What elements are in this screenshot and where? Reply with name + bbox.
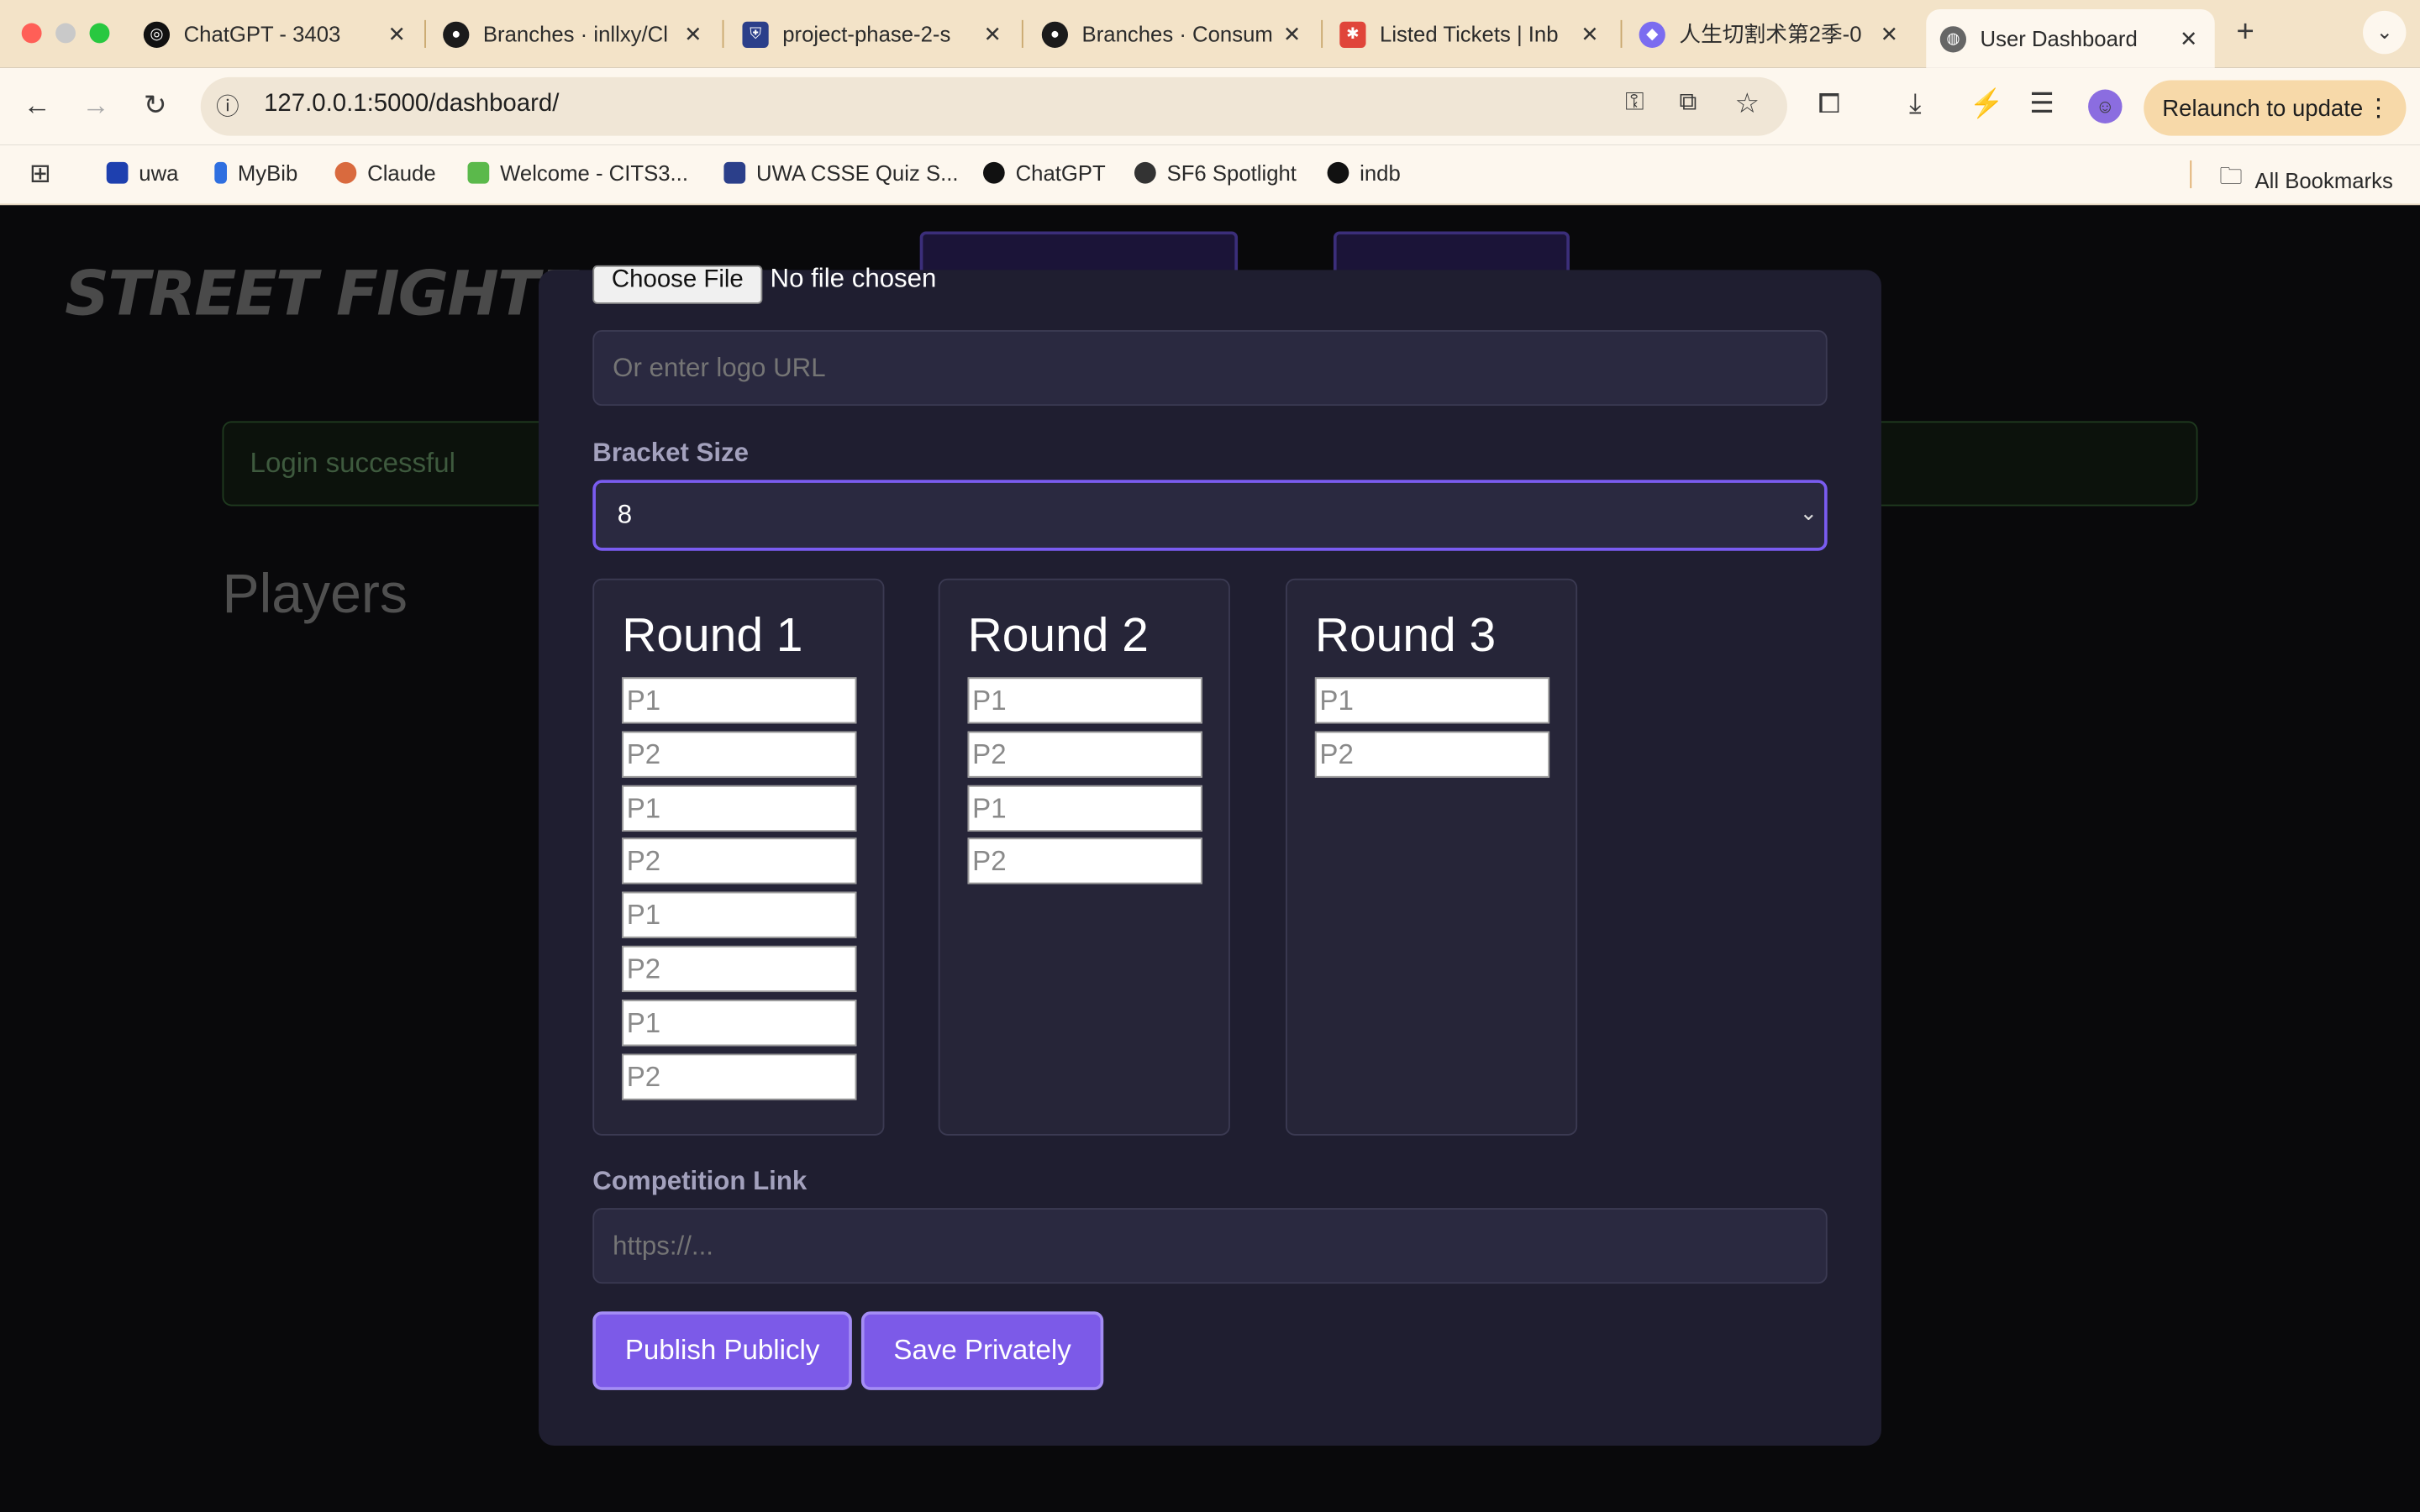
apps-grid-icon[interactable]: ⊞ — [29, 159, 51, 190]
close-tab-icon[interactable]: ✕ — [983, 21, 1002, 47]
close-tab-icon[interactable]: ✕ — [684, 21, 702, 47]
publish-publicly-button[interactable]: Publish Publicly — [592, 1311, 852, 1390]
uwa-icon — [106, 161, 129, 184]
close-tab-icon[interactable]: ✕ — [1581, 21, 1599, 47]
close-tab-icon[interactable]: ✕ — [2180, 25, 2198, 51]
round-2-player-slot[interactable]: P2 — [967, 838, 1202, 885]
bookmark-uwa-csse[interactable]: UWA CSSE Quiz S... — [723, 160, 959, 185]
bookmark-welcome[interactable]: Welcome - CITS3... — [467, 160, 688, 185]
bookmark-sf6[interactable]: SF6 Spotlight — [1134, 160, 1297, 185]
github-icon: ● — [1041, 20, 1069, 48]
bookmark-claude[interactable]: Claude — [334, 160, 436, 185]
tab-listed-tickets[interactable]: ✱ Listed Tickets | Inb ✕ — [1339, 9, 1599, 59]
bookmark-mybib[interactable]: MyBib — [214, 160, 297, 185]
new-tab-icon[interactable]: + — [2236, 15, 2254, 50]
url-text[interactable]: 127.0.0.1:5000/dashboard/ — [264, 91, 559, 118]
round-2-player-slot[interactable]: P1 — [967, 785, 1202, 832]
tab-search-icon[interactable]: ⌄ — [2363, 10, 2407, 55]
tab-project-phase[interactable]: ⛨ project-phase-2-s ✕ — [742, 9, 1002, 59]
round-1-player-slot[interactable]: P2 — [622, 1053, 857, 1100]
github-icon: ● — [443, 20, 470, 48]
close-window-button[interactable] — [21, 23, 42, 44]
minimize-window-button[interactable] — [55, 23, 76, 44]
file-status: No file chosen — [770, 264, 937, 293]
bookmark-indb[interactable]: indb — [1327, 160, 1401, 185]
round-title: Round 1 — [622, 607, 803, 662]
alert-message: Login successful — [250, 447, 455, 479]
tab-user-dashboard[interactable]: ◍ User Dashboard ✕ — [1926, 9, 2215, 68]
maximize-window-button[interactable] — [89, 23, 110, 44]
mybib-icon — [214, 161, 227, 184]
uwa-icon — [723, 161, 746, 184]
globe-icon: ◍ — [1939, 25, 1966, 52]
bracket-size-select[interactable]: 8 — [592, 480, 1828, 551]
folder-icon: 🗀 — [2219, 163, 2243, 190]
close-tab-icon[interactable]: ✕ — [1283, 21, 1302, 47]
tab-branches-consum[interactable]: ● Branches · Consum ✕ — [1041, 9, 1302, 59]
bracket-size-label: Bracket Size — [592, 438, 750, 468]
uwa-icon: ⛨ — [742, 20, 769, 48]
save-privately-button[interactable]: Save Privately — [860, 1311, 1104, 1390]
chatgpt-icon — [983, 161, 1005, 184]
choose-file-button[interactable]: Choose File — [592, 265, 763, 304]
chevron-down-icon: ⌄ — [1799, 500, 1818, 525]
media-controls-icon[interactable]: ☰ — [2029, 88, 2054, 121]
bookmark-chatgpt[interactable]: ChatGPT — [983, 160, 1106, 185]
round-1-player-slot[interactable]: P2 — [622, 838, 857, 885]
tab-video[interactable]: ◆ 人生切割术第2季-0 ✕ — [1639, 9, 1899, 59]
tab-chatgpt[interactable]: ◎ ChatGPT - 3403 ✕ — [143, 9, 407, 59]
chatgpt-icon — [1327, 161, 1349, 184]
round-2-player-slot[interactable]: P1 — [967, 677, 1202, 724]
chatgpt-icon: ◎ — [143, 20, 171, 48]
round-1-player-slot[interactable]: P1 — [622, 999, 857, 1046]
tab-branches-inllxy[interactable]: ● Branches · inllxy/Cl ✕ — [443, 9, 702, 59]
extensions-icon[interactable]: ⧠ — [1818, 88, 1840, 121]
ticket-icon: ✱ — [1339, 20, 1366, 48]
all-bookmarks[interactable]: 🗀 All Bookmarks — [2219, 160, 2393, 199]
back-icon[interactable]: ← — [24, 90, 51, 123]
logo-url-input[interactable] — [592, 330, 1828, 407]
profile-avatar[interactable]: ☺ — [2088, 89, 2123, 123]
translate-icon[interactable]: ⧉ — [1679, 90, 1697, 118]
relaunch-button[interactable]: Relaunch to update ⋮ — [2144, 80, 2407, 136]
bookmark-star-icon[interactable]: ☆ — [1734, 88, 1760, 121]
competition-link-label: Competition Link — [592, 1166, 808, 1196]
round-2-player-slot[interactable]: P2 — [967, 731, 1202, 778]
round-1-player-slot[interactable]: P2 — [622, 731, 857, 778]
close-tab-icon[interactable]: ✕ — [388, 21, 407, 47]
round-title: Round 2 — [967, 607, 1149, 662]
shield-icon — [467, 161, 490, 184]
round-1-player-slot[interactable]: P1 — [622, 891, 857, 939]
close-tab-icon[interactable]: ✕ — [1881, 21, 1899, 47]
claude-icon — [334, 161, 357, 184]
menu-dots-icon[interactable]: ⋮ — [2366, 92, 2391, 123]
reload-icon[interactable]: ↻ — [144, 90, 167, 123]
bookmark-uwa[interactable]: uwa — [106, 160, 178, 185]
forward-icon[interactable]: → — [82, 90, 109, 123]
round-3-player-slot[interactable]: P2 — [1314, 731, 1550, 778]
round-3-player-slot[interactable]: P1 — [1314, 677, 1550, 724]
round-1-player-slot[interactable]: P1 — [622, 785, 857, 832]
round-1-player-slot[interactable]: P1 — [622, 677, 857, 724]
round-title: Round 3 — [1314, 607, 1497, 662]
download-icon[interactable]: ⤓ — [1909, 88, 1922, 121]
password-key-icon[interactable]: ⚿ — [1625, 90, 1644, 118]
competition-link-input[interactable] — [592, 1208, 1828, 1284]
video-icon: ◆ — [1639, 20, 1665, 48]
performance-icon[interactable]: ⚡ — [1970, 88, 2004, 121]
players-heading: Players — [222, 561, 408, 625]
globe-icon — [1134, 161, 1156, 184]
round-1-player-slot[interactable]: P2 — [622, 945, 857, 993]
site-info-icon[interactable]: ⓘ — [216, 90, 239, 123]
